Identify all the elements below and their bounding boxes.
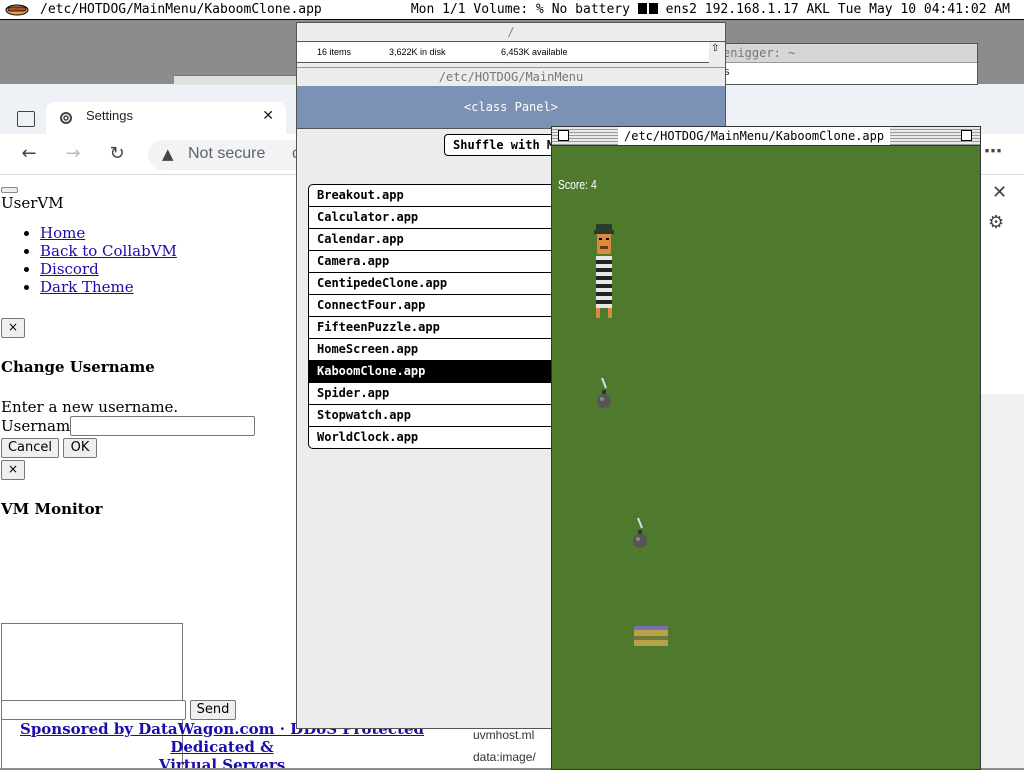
bucket-sprite[interactable] <box>632 622 672 652</box>
panel-close-icon[interactable]: ✕ <box>992 182 1007 203</box>
nav-list: Home Back to CollabVM Discord Dark Theme <box>0 224 177 296</box>
status-text: Mon 1/1 Volume: % No battery <box>410 2 630 17</box>
class-panel: <class Panel> <box>297 86 725 129</box>
monitor-input[interactable] <box>1 700 186 720</box>
hotdog-logo-icon[interactable] <box>5 2 29 16</box>
download-item[interactable]: data:image/ <box>473 750 536 764</box>
bomb-sprite <box>633 517 647 548</box>
folder-path: /etc/HOTDOG/MainMenu <box>297 67 725 87</box>
panel-settings-icon[interactable]: ⚙ <box>988 212 1004 233</box>
nav-link-home[interactable]: Home <box>40 224 85 242</box>
terminal-title: enigger: ~ <box>713 44 977 63</box>
parent-folder-icon[interactable]: ⇧ <box>711 43 723 55</box>
download-item[interactable]: uvmhost.ml <box>473 728 534 742</box>
kaboom-window[interactable]: /etc/HOTDOG/MainMenu/KaboomClone.app Sco… <box>551 126 981 770</box>
nav-item: Home <box>40 224 177 242</box>
warning-icon: ▲ <box>162 145 174 163</box>
bomber-sprite <box>594 224 614 318</box>
disk-usage: 3,622K in disk <box>389 47 446 57</box>
battery-icon <box>648 3 658 14</box>
scrollbar[interactable] <box>978 394 1024 768</box>
forward-arrow-icon[interactable]: → <box>62 144 84 166</box>
nav-item: Back to CollabVM <box>40 242 177 260</box>
system-status: Mon 1/1 Volume: % No battery ens2 192.16… <box>411 0 1010 19</box>
bomb-sprite <box>597 377 611 408</box>
zoom-box-icon[interactable] <box>961 130 972 141</box>
gear-icon <box>60 112 72 124</box>
nav-item: Discord <box>40 260 177 278</box>
kaboom-titlebar[interactable]: /etc/HOTDOG/MainMenu/KaboomClone.app <box>552 127 980 146</box>
username-label: Username <box>1 417 80 435</box>
nav-link-dark-theme[interactable]: Dark Theme <box>40 278 134 296</box>
kaboom-title: /etc/HOTDOG/MainMenu/KaboomClone.app <box>618 127 891 145</box>
close-monitor-button[interactable]: × <box>1 460 25 480</box>
tab-search-icon[interactable] <box>17 111 35 127</box>
terminal-window[interactable]: enigger: ~ ss <box>712 43 978 85</box>
more-menu-icon[interactable]: ⋯ <box>984 141 1002 162</box>
game-area[interactable]: Score: 4 <box>552 146 980 769</box>
send-button[interactable]: Send <box>190 700 236 720</box>
network-clock: ens2 192.168.1.17 AKL Tue May 10 04:41:0… <box>665 2 1010 17</box>
tab-label: Settings <box>86 108 133 123</box>
disk-info-bar: 16 items 3,622K in disk 6,453K available <box>297 42 709 63</box>
tab-close-icon[interactable]: ✕ <box>262 108 274 124</box>
window-edge <box>174 75 298 85</box>
terminal-text: ss <box>713 63 977 80</box>
close-username-dialog-button[interactable]: × <box>1 318 25 338</box>
close-box-icon[interactable] <box>558 130 569 141</box>
vm-monitor-heading: VM Monitor <box>1 500 103 518</box>
change-username-heading: Change Username <box>1 358 155 376</box>
menu-toggle-button[interactable] <box>1 187 18 193</box>
ok-button[interactable]: OK <box>63 438 97 458</box>
top-menubar: /etc/HOTDOG/MainMenu/KaboomClone.app Mon… <box>0 0 1024 20</box>
active-window-title: /etc/HOTDOG/MainMenu/KaboomClone.app <box>40 2 322 17</box>
username-prompt: Enter a new username. <box>1 398 179 416</box>
username-input[interactable] <box>70 416 255 436</box>
score-label: Score: 4 <box>558 177 597 192</box>
nav-link-back[interactable]: Back to CollabVM <box>40 242 177 260</box>
site-brand: UserVM <box>1 194 64 212</box>
items-count: 16 items <box>317 47 352 57</box>
root-path: / <box>297 23 725 42</box>
disk-available: 6,453K available <box>501 47 568 57</box>
back-arrow-icon[interactable]: ← <box>18 144 40 166</box>
battery-icon <box>637 3 647 14</box>
tab-settings[interactable]: Settings ✕ <box>46 102 286 134</box>
cancel-button[interactable]: Cancel <box>1 438 59 458</box>
sponsor-line-2[interactable]: Virtual Servers <box>159 756 285 768</box>
reload-icon[interactable]: ↻ <box>106 144 128 166</box>
nav-link-discord[interactable]: Discord <box>40 260 99 278</box>
nav-item: Dark Theme <box>40 278 177 296</box>
security-label: Not secure <box>188 145 266 162</box>
